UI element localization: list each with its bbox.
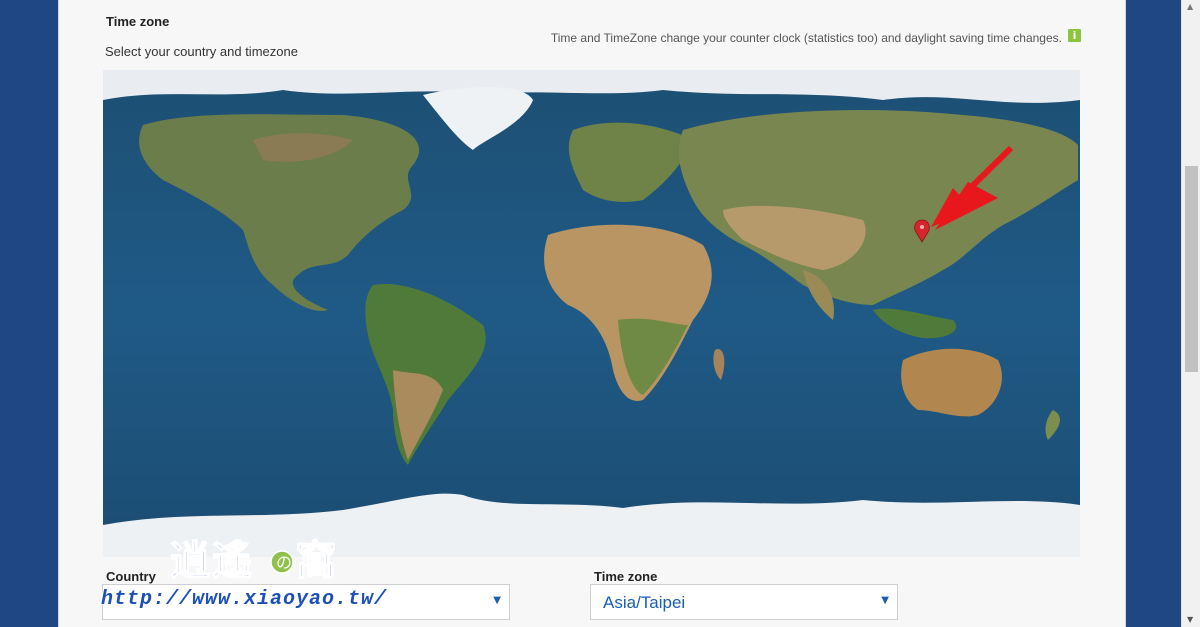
- timezone-select[interactable]: Asia/Taipei ▼: [590, 584, 898, 620]
- world-map[interactable]: [103, 70, 1080, 557]
- country-label: Country: [106, 569, 156, 584]
- section-title: Time zone: [106, 14, 170, 29]
- scroll-down-icon[interactable]: ▼: [1187, 615, 1193, 624]
- world-map-image: [103, 70, 1080, 557]
- chevron-down-icon: ▼: [493, 595, 501, 606]
- info-icon[interactable]: i: [1068, 29, 1081, 42]
- scroll-up-icon[interactable]: ▲: [1187, 2, 1193, 11]
- section-subtitle: Select your country and timezone: [105, 44, 298, 59]
- australia: [901, 348, 1002, 417]
- timezone-panel: Time zone Select your country and timezo…: [58, 0, 1126, 627]
- chevron-down-icon: ▼: [881, 595, 889, 606]
- scroll-thumb[interactable]: [1185, 166, 1198, 372]
- watermark-url: http://www.xiaoyao.tw/: [101, 588, 388, 611]
- vertical-scrollbar[interactable]: ▲ ▼: [1181, 0, 1200, 627]
- timezone-note: Time and TimeZone change your counter cl…: [550, 31, 1062, 45]
- timezone-value: Asia/Taipei: [603, 593, 686, 612]
- timezone-label: Time zone: [594, 569, 658, 584]
